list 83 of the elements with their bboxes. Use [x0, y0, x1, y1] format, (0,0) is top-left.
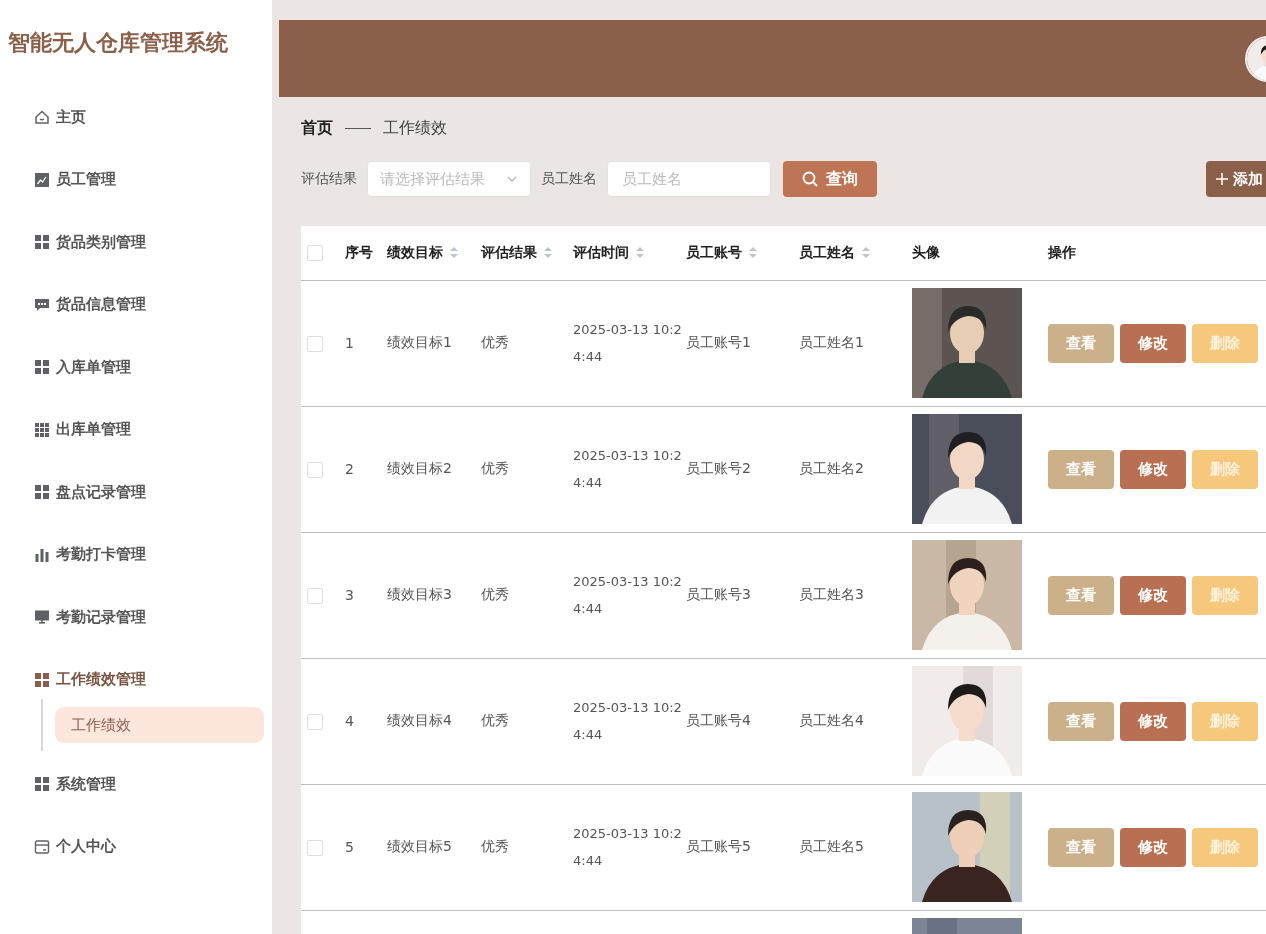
table-cell: 绩效目标2 — [387, 460, 452, 476]
sidebar-item[interactable]: 系统管理 — [34, 753, 116, 816]
grid-icon — [34, 484, 50, 501]
table-cell-text: 2025-03-13 10:24:44 — [573, 321, 683, 366]
checkbox[interactable] — [307, 335, 323, 352]
sidebar-item[interactable]: 考勤打卡管理 — [34, 523, 146, 586]
column-header: 头像 — [912, 243, 940, 260]
sidebar-item[interactable]: 货品信息管理 — [34, 273, 146, 336]
sidebar-item[interactable]: 入库单管理 — [34, 336, 131, 399]
edit-button[interactable]: 修改 — [1120, 323, 1186, 363]
column-header[interactable]: 评估时间 — [573, 243, 629, 260]
home-icon — [34, 109, 50, 126]
edit-button[interactable]: 修改 — [1120, 575, 1186, 615]
search-icon — [802, 171, 818, 187]
table-cell: 员工账号2 — [686, 460, 751, 476]
column-header[interactable]: 员工账号 — [686, 243, 742, 260]
table-cell: 优秀 — [481, 838, 509, 854]
table-cell: 优秀 — [481, 334, 509, 350]
sidebar-subitem[interactable]: 工作绩效 — [55, 707, 264, 743]
grid-icon — [34, 776, 50, 793]
checkbox[interactable] — [307, 587, 323, 604]
filter-label: 评估结果 — [301, 170, 357, 188]
grid-icon — [34, 421, 50, 438]
filter-label: 员工姓名 — [541, 170, 597, 188]
checkbox[interactable] — [307, 461, 323, 478]
column-header: 操作 — [1048, 243, 1076, 260]
app-title: 智能无人仓库管理系统 — [7, 29, 228, 57]
plus-icon — [1215, 172, 1229, 186]
sidebar-item[interactable]: 考勤记录管理 — [34, 586, 146, 649]
table-cell: 员工账号4 — [686, 712, 751, 728]
table-cell: 5 — [345, 839, 354, 855]
breadcrumb-item[interactable]: 首页 — [301, 117, 333, 139]
checkbox[interactable] — [307, 713, 323, 730]
monitor-icon — [34, 609, 50, 626]
table-cell: 员工账号1 — [686, 334, 751, 350]
sidebar-item[interactable]: 盘点记录管理 — [34, 461, 146, 524]
column-header[interactable]: 员工姓名 — [799, 243, 855, 260]
grid-icon — [34, 234, 50, 251]
edit-button[interactable]: 修改 — [1120, 449, 1186, 489]
chart-icon — [34, 171, 50, 188]
checkbox[interactable] — [307, 839, 323, 856]
table-cell: 优秀 — [481, 586, 509, 602]
table-cell: 3 — [345, 587, 354, 603]
grid-icon — [34, 359, 50, 376]
column-header[interactable]: 评估结果 — [481, 243, 537, 260]
edit-button[interactable]: 修改 — [1120, 827, 1186, 867]
table-cell: 绩效目标3 — [387, 586, 452, 602]
table-cell: 员工姓名1 — [799, 334, 864, 350]
checkbox[interactable] — [307, 245, 323, 262]
sidebar-item[interactable]: 员工管理 — [34, 148, 116, 211]
table-cell: 2 — [345, 461, 354, 477]
table-cell-text: 2025-03-13 10:24:44 — [573, 573, 683, 618]
card-icon — [34, 838, 50, 855]
table-cell: 绩效目标1 — [387, 334, 452, 350]
search-button[interactable]: 查询 — [783, 161, 877, 197]
table-cell: 员工姓名2 — [799, 460, 864, 476]
sidebar-item[interactable]: 个人中心 — [34, 815, 116, 878]
table-cell: 优秀 — [481, 460, 509, 476]
sidebar-item[interactable]: 主页 — [34, 86, 86, 149]
table-cell-text: 2025-03-13 10:24:44 — [573, 699, 683, 744]
table-cell: 员工姓名3 — [799, 586, 864, 602]
sidebar-item[interactable]: 货品类别管理 — [34, 211, 146, 274]
table-cell: 员工姓名5 — [799, 838, 864, 854]
add-button[interactable]: 添加 — [1206, 161, 1266, 197]
table-cell: 员工账号3 — [686, 586, 751, 602]
breadcrumb-item: 工作绩效 — [383, 117, 447, 139]
table-cell: 优秀 — [481, 712, 509, 728]
bar-chart-icon — [34, 546, 50, 563]
column-header[interactable]: 绩效目标 — [387, 243, 443, 260]
grid-icon — [34, 671, 50, 688]
chat-icon — [34, 296, 50, 313]
table-cell-text: 2025-03-13 10:24:44 — [573, 825, 683, 870]
table-cell: 员工姓名4 — [799, 712, 864, 728]
edit-button[interactable]: 修改 — [1120, 701, 1186, 741]
table-cell-text: 2025-03-13 10:24:44 — [573, 447, 683, 492]
column-header: 序号 — [345, 243, 373, 260]
table-cell: 绩效目标5 — [387, 838, 452, 854]
table-cell: 绩效目标4 — [387, 712, 452, 728]
table-cell: 1 — [345, 335, 354, 351]
sidebar-item[interactable]: 出库单管理 — [34, 398, 131, 461]
text-field[interactable]: 员工姓名 — [607, 161, 771, 197]
table-cell: 员工账号5 — [686, 838, 751, 854]
table-cell: 4 — [345, 713, 354, 729]
